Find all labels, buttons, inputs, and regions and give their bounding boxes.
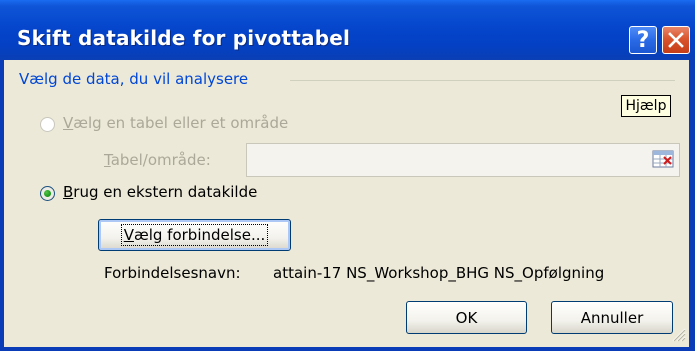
- connection-name-value: attain-17 NS_Workshop_BHG NS_Opfølgning: [273, 264, 605, 282]
- cancel-button[interactable]: Annuller: [551, 301, 673, 334]
- resize-grip-icon: [672, 328, 686, 342]
- range-label: Tabel/område:: [104, 151, 211, 169]
- range-select-icon: [652, 150, 674, 172]
- radio-selected-dot: [44, 190, 51, 197]
- label-rest: abel/område:: [110, 151, 211, 169]
- help-tooltip: Hjælp: [621, 95, 671, 117]
- close-button[interactable]: [662, 26, 690, 54]
- radio-table-range-label[interactable]: Vælg en tabel eller et område: [63, 114, 288, 132]
- range-input[interactable]: [246, 143, 680, 177]
- label-rest: rug en ekstern datakilde: [73, 183, 258, 201]
- ok-button[interactable]: OK: [406, 301, 527, 334]
- title-bar[interactable]: Skift datakilde for pivottabel ?: [0, 0, 695, 60]
- radio-external-source-label[interactable]: Brug en ekstern datakilde: [63, 183, 257, 201]
- collapse-dialog-button[interactable]: [650, 149, 676, 173]
- group-divider: [290, 80, 675, 81]
- cancel-button-label: Annuller: [580, 308, 644, 327]
- connection-name-label: Forbindelsesnavn:: [104, 264, 241, 282]
- label-rest: ælg forbindelse...: [133, 226, 266, 244]
- help-icon: ?: [636, 27, 650, 53]
- dialog-window: Skift datakilde for pivottabel ? Vælg de…: [0, 0, 695, 351]
- radio-external-source[interactable]: [40, 186, 55, 201]
- label-rest: ælg en tabel eller et område: [73, 114, 289, 132]
- close-icon: [668, 32, 684, 48]
- radio-table-range[interactable]: [40, 117, 55, 132]
- label-accelerator: V: [63, 114, 74, 132]
- dialog-title: Skift datakilde for pivottabel: [17, 26, 351, 50]
- resize-grip[interactable]: [670, 326, 686, 346]
- help-button[interactable]: ?: [629, 26, 657, 54]
- ok-button-label: OK: [455, 308, 478, 327]
- group-legend: Vælg de data, du vil analysere: [19, 70, 255, 88]
- choose-connection-button[interactable]: Vælg forbindelse...: [98, 219, 291, 251]
- choose-connection-label: Vælg forbindelse...: [120, 224, 269, 246]
- label-accelerator: V: [123, 226, 134, 244]
- label-accelerator: B: [63, 183, 74, 201]
- label-accelerator: T: [104, 151, 111, 169]
